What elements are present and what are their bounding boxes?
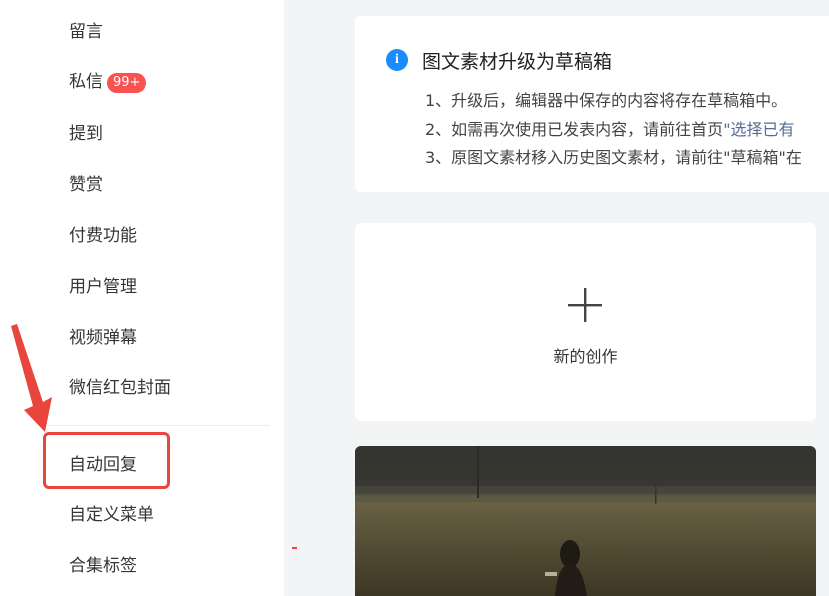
notice-line-1: 1、升级后，编辑器中保存的内容将存在草稿箱中。 — [425, 91, 788, 110]
new-creation-label: 新的创作 — [553, 347, 618, 366]
notice-link[interactable]: "选择已有 — [723, 120, 794, 139]
notice-title: 图文素材升级为草稿箱 — [422, 51, 613, 73]
notice-line-2-text: 2、如需再次使用已发表内容，请前往首页 — [425, 120, 724, 139]
notice-line-2: 2、如需再次使用已发表内容，请前往首页"选择已有 — [425, 116, 795, 140]
sidebar-item-custom-menu[interactable]: 自定义菜单 — [69, 504, 154, 526]
field-photo — [355, 446, 816, 596]
sidebar-item-video-danmaku[interactable]: 视频弹幕 — [69, 327, 137, 349]
sidebar-item-label: 私信 — [69, 72, 103, 92]
sidebar-divider — [48, 425, 270, 426]
article-cover-image[interactable] — [355, 446, 816, 596]
sidebar-item-collection-tags[interactable]: 合集标签 — [69, 555, 137, 577]
plus-icon — [568, 288, 602, 322]
red-arrow-annotation — [11, 324, 52, 432]
sidebar-item-messages[interactable]: 私信 99+ — [69, 71, 147, 93]
sidebar-item-comments[interactable]: 留言 — [69, 21, 103, 43]
highlight-box — [43, 432, 170, 489]
sidebar-item-user-management[interactable]: 用户管理 — [69, 276, 137, 298]
notice-line-3: 3、原图文素材移入历史图文素材，请前往"草稿箱"在 — [425, 148, 802, 167]
notice-card: i 图文素材升级为草稿箱 1、升级后，编辑器中保存的内容将存在草稿箱中。 2、如… — [355, 16, 829, 192]
sidebar-item-rewards[interactable]: 赞赏 — [69, 174, 103, 196]
info-icon: i — [386, 49, 408, 71]
red-mark — [292, 547, 297, 549]
sidebar-item-paid-features[interactable]: 付费功能 — [69, 225, 137, 247]
sidebar: 留言 私信 99+ 提到 赞赏 付费功能 用户管理 视频弹幕 微信红包封面 自动回… — [0, 0, 284, 596]
sidebar-item-red-packet-cover[interactable]: 微信红包封面 — [69, 377, 171, 399]
unread-badge: 99+ — [107, 73, 147, 93]
new-creation-card[interactable]: 新的创作 — [355, 223, 816, 421]
sidebar-item-mentions[interactable]: 提到 — [69, 123, 103, 145]
